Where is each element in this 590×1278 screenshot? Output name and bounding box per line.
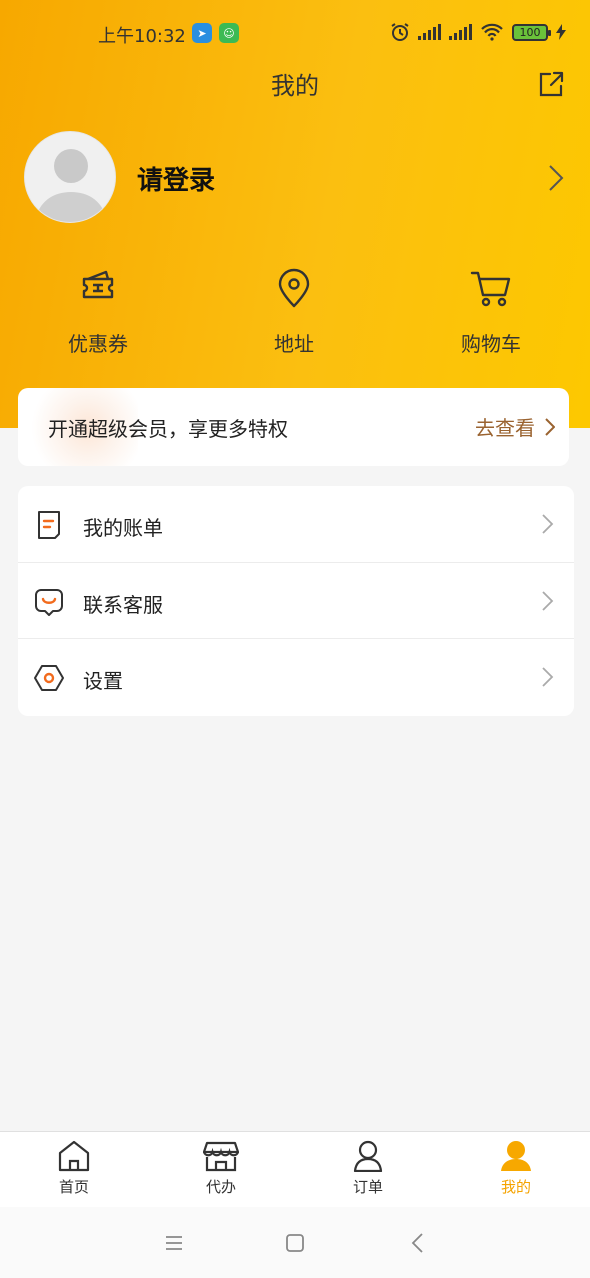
default-avatar-icon [35,149,107,222]
status-indicators: 100 [390,22,566,42]
tab-label: 我的 [500,1178,531,1196]
chevron-right-icon [542,514,554,534]
quick-action-cart[interactable]: 购物车 [426,268,556,357]
menu-item-label: 联系客服 [83,592,163,617]
battery-icon: 100 [512,23,551,41]
menu-item-customer-service[interactable]: 联系客服 [18,563,574,640]
coupon-icon [82,270,114,299]
chevron-right-icon [542,590,554,611]
bottom-tab-bar: 首页 代办 订单 我的 [0,1131,590,1207]
status-time: 上午10:32 [98,26,186,47]
home-button-icon[interactable] [283,1231,307,1255]
menu-item-label: 我的账单 [83,516,163,540]
tab-home[interactable]: 首页 [24,1140,124,1197]
login-button[interactable]: 请登录 [137,160,215,197]
chevron-right-icon [545,417,555,436]
tab-mine[interactable]: 我的 [466,1140,566,1197]
quick-action-address[interactable]: 地址 [229,268,359,357]
signal-icon-2 [449,24,472,40]
menu-icon[interactable] [162,1231,186,1255]
menu-list: 我的账单 联系客服 设置 [18,486,574,716]
back-icon[interactable] [407,1231,431,1255]
tab-label: 代办 [205,1178,236,1196]
vip-banner[interactable]: 开通超级会员，享更多特权 去查看 [18,388,569,466]
page-title: 我的 [271,72,319,100]
vip-view-link[interactable]: 去查看 [475,412,555,441]
profile-icon [501,1141,531,1171]
vip-text: 开通超级会员，享更多特权 [48,417,288,441]
quick-action-label: 优惠券 [68,332,128,356]
menu-item-label: 设置 [83,669,123,694]
wifi-icon [481,23,503,41]
quick-action-label: 地址 [274,332,314,356]
chevron-right-icon[interactable] [548,164,564,192]
quick-action-coupon[interactable]: 优惠券 [33,268,163,357]
avatar[interactable] [24,131,116,223]
chevron-right-icon [542,667,554,687]
notification-wechat-icon: ☺ [219,23,239,43]
share-icon[interactable] [538,70,564,98]
tab-label: 订单 [352,1178,383,1196]
location-icon [278,268,310,308]
settings-icon [34,665,64,692]
home-icon [58,1140,90,1172]
signal-icon [418,24,441,40]
status-bar: 上午10:32 ➤ ☺ 100 [0,18,590,52]
bill-icon [38,511,60,539]
vip-link-label: 去查看 [475,416,535,440]
store-icon [203,1141,239,1172]
system-navigation-bar [0,1207,590,1278]
charging-icon [556,24,566,40]
menu-item-bill[interactable]: 我的账单 [18,486,574,563]
menu-item-settings[interactable]: 设置 [18,639,574,716]
quick-action-label: 购物车 [461,332,521,356]
notification-app-icon: ➤ [192,23,212,43]
alarm-icon [391,23,409,41]
tab-orders[interactable]: 订单 [318,1140,418,1197]
order-icon [353,1140,383,1172]
tab-agent[interactable]: 代办 [171,1140,271,1197]
customer-service-icon [35,588,63,616]
tab-label: 首页 [58,1178,89,1196]
cart-icon [470,271,511,307]
